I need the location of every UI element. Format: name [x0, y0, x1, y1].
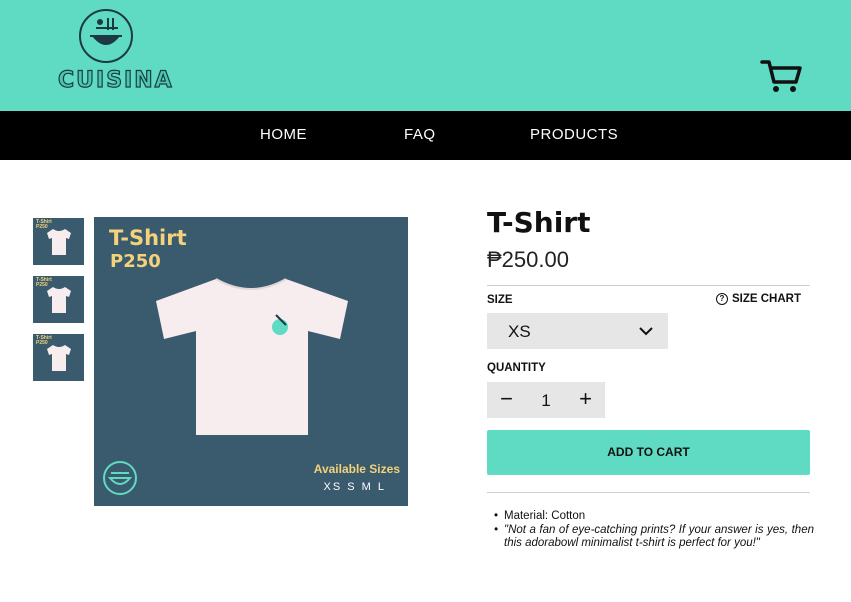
size-chart-link[interactable]: ? SIZE CHART	[716, 293, 801, 305]
size-chart-label: SIZE CHART	[732, 293, 801, 305]
divider	[487, 492, 810, 493]
divider	[487, 285, 810, 286]
tshirt-illustration	[156, 278, 348, 435]
description-item: Material: Cotton	[494, 510, 814, 523]
help-icon: ?	[716, 293, 728, 305]
nav-faq[interactable]: FAQ	[404, 126, 436, 143]
image-price: P250	[110, 251, 161, 272]
available-sizes-label: Available Sizes	[313, 462, 400, 476]
nav-home[interactable]: HOME	[260, 126, 307, 143]
main-nav: HOME FAQ PRODUCTS	[0, 111, 851, 160]
add-to-cart-button[interactable]: ADD TO CART	[487, 430, 810, 475]
site-header: CUISINA	[0, 0, 851, 111]
bowl-emblem-icon	[103, 461, 137, 495]
product-description: Material: Cotton "Not a fan of eye-catch…	[494, 510, 814, 551]
brand-logo[interactable]: CUISINA	[57, 6, 174, 102]
quantity-increase-button[interactable]: +	[566, 382, 605, 418]
size-select-value: XS	[508, 322, 531, 341]
quantity-value[interactable]: 1	[526, 382, 566, 418]
brand-name: CUISINA	[57, 67, 174, 93]
quantity-label: QUANTITY	[487, 362, 546, 374]
chevron-down-icon	[639, 327, 653, 336]
description-item: "Not a fan of eye-catching prints? If yo…	[494, 524, 814, 550]
gallery-thumb-3[interactable]: T-Shirt P250	[33, 334, 84, 381]
image-title: T-Shirt	[109, 226, 187, 250]
size-select[interactable]: XS	[487, 313, 668, 349]
bowl-emblem-icon	[79, 9, 133, 63]
tshirt-icon	[47, 229, 71, 255]
cart-icon[interactable]	[760, 58, 802, 94]
gallery-thumb-1[interactable]: T-Shirt P250	[33, 218, 84, 265]
product-main-image: T-Shirt P250 Available Sizes XS S M L	[94, 217, 408, 506]
size-label: SIZE	[487, 294, 513, 306]
product-title: T-Shirt	[487, 206, 591, 239]
nav-products[interactable]: PRODUCTS	[530, 126, 618, 143]
product-price: ₱250.00	[487, 247, 569, 272]
tshirt-icon	[47, 287, 71, 313]
tshirt-icon	[47, 345, 71, 371]
gallery-thumb-2[interactable]: T-Shirt P250	[33, 276, 84, 323]
quantity-decrease-button[interactable]: −	[487, 382, 526, 418]
available-sizes-list: XS S M L	[323, 481, 386, 493]
